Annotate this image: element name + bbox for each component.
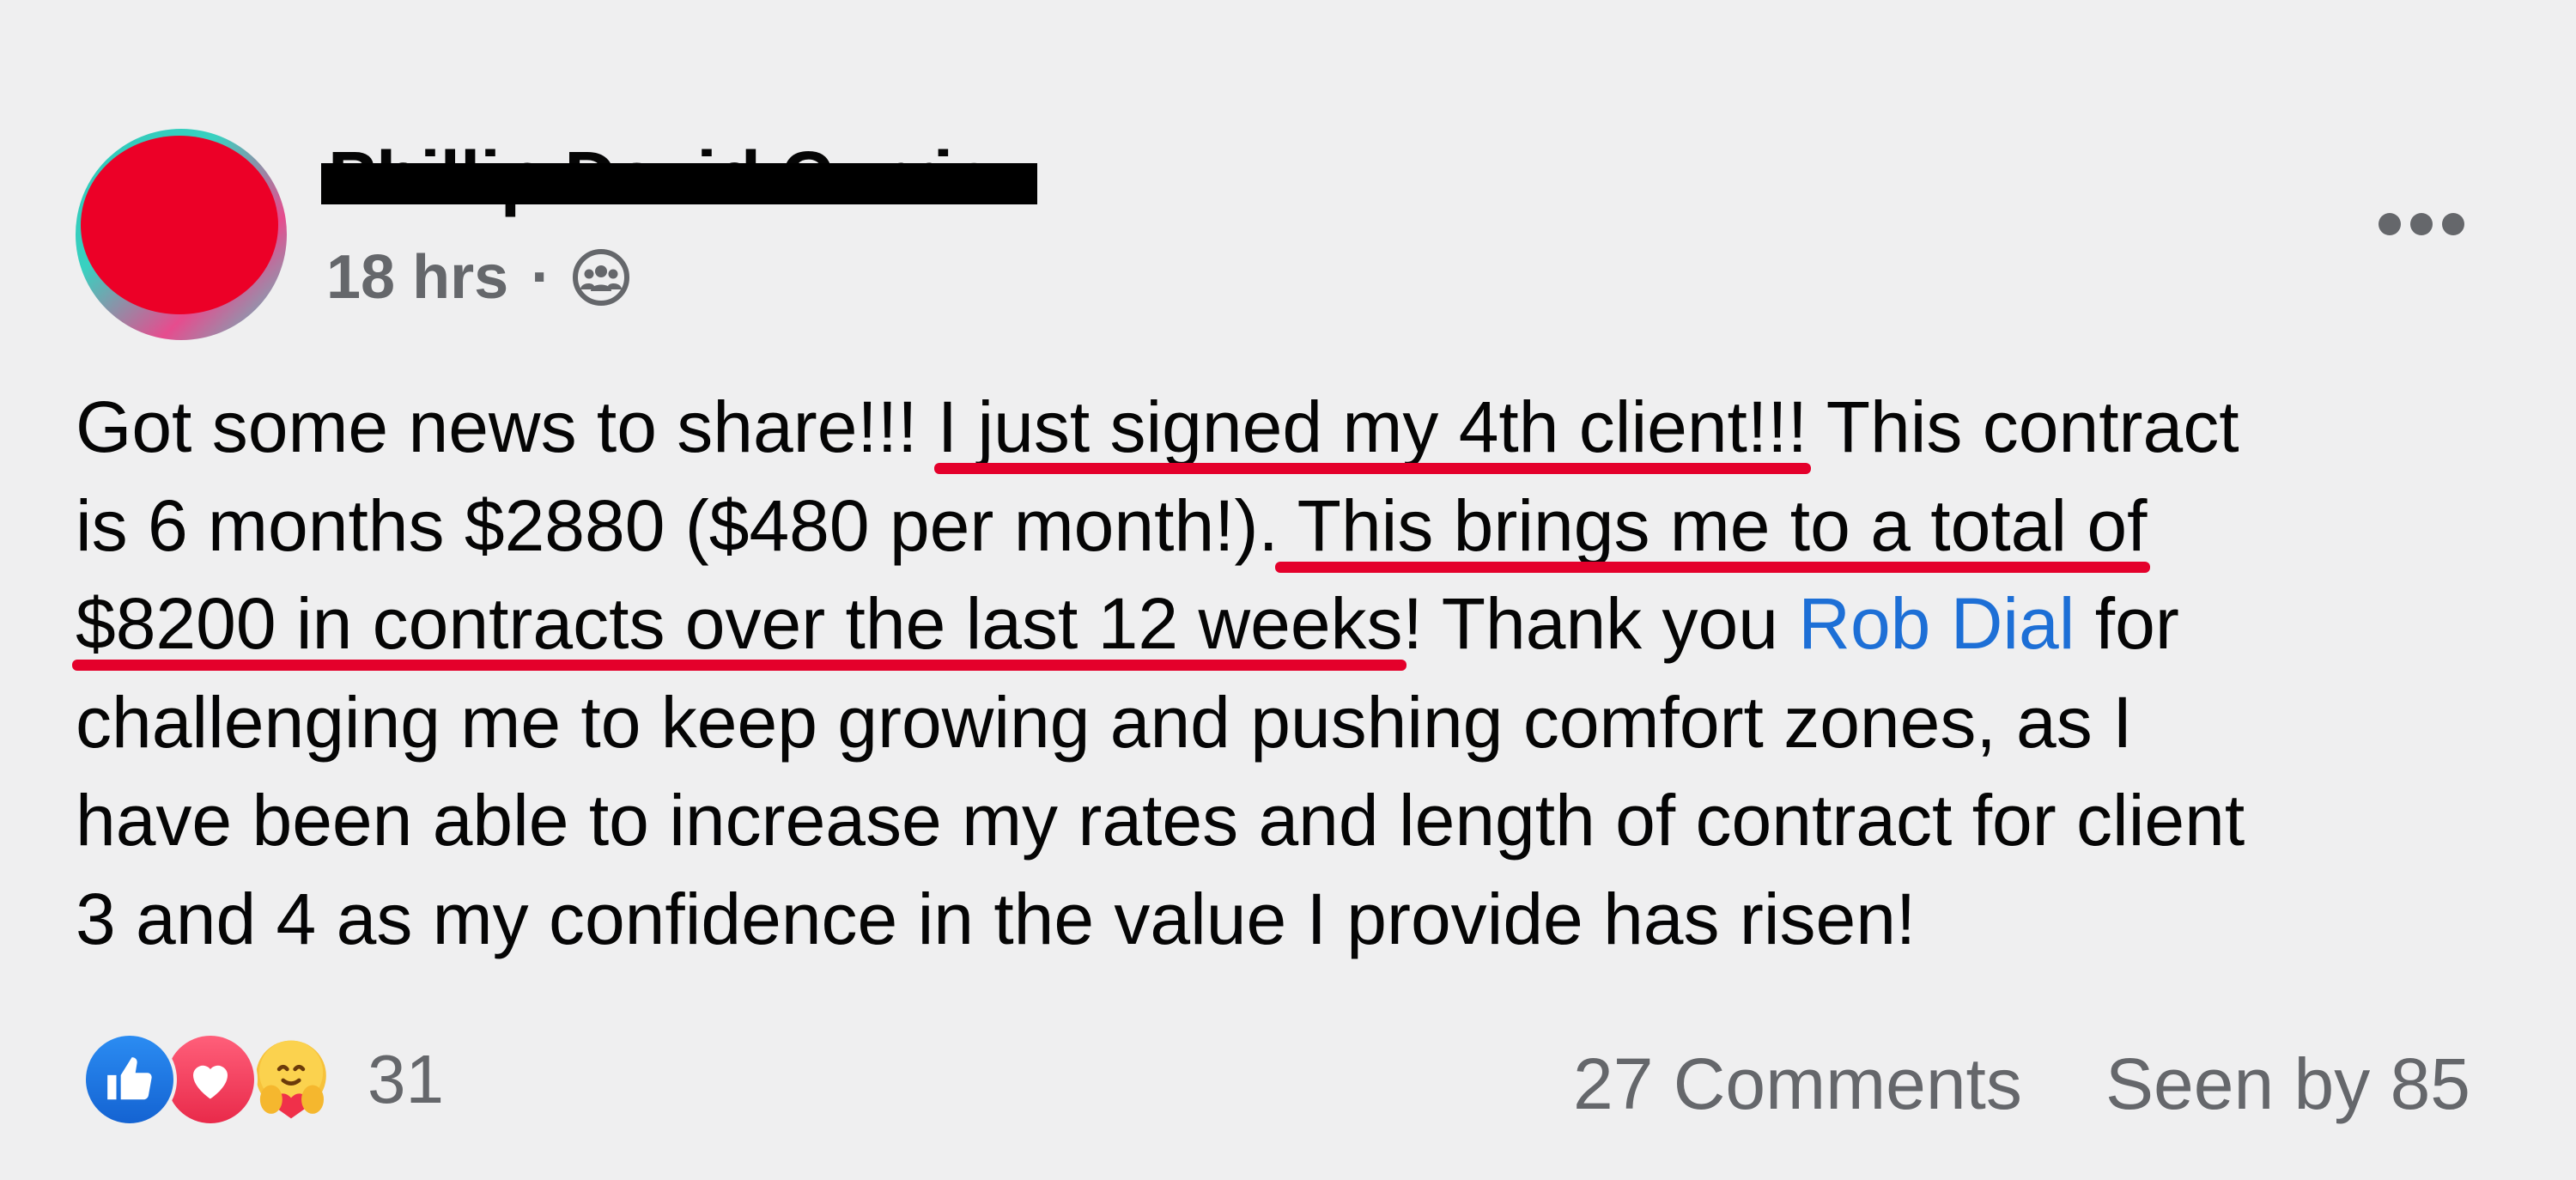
more-options-icon [2379,213,2464,235]
avatar-redaction [81,136,278,314]
care-icon [244,1032,338,1127]
reaction-count: 31 [368,1041,444,1117]
text-line: challenging me to keep growing and pushi… [76,673,2531,772]
underlined-text: $8200 in contracts over the last 12 week… [76,583,1403,665]
love-icon [163,1032,258,1127]
like-icon [82,1032,177,1127]
text-line: Got some news to share!!! I just signed … [76,378,2531,477]
underlined-text: I just signed my 4th client!!! [937,386,1807,467]
text-line: have been able to increase my rates and … [76,771,2531,870]
reactions-summary[interactable]: 31 [82,1029,444,1130]
text-run: is 6 months $2880 ($480 per month!). [76,484,1279,566]
text-run: for [2075,583,2179,665]
facebook-post: Phillip David Currie 18 hrs · Got some n… [0,0,2576,1180]
text-run: 3 and 4 as my confidence in the value I … [76,878,1917,959]
meta-separator: · [531,243,552,312]
text-run: This contract [1807,386,2239,467]
post-timestamp[interactable]: 18 hrs [326,242,508,313]
name-redaction-bar [321,163,1037,204]
underlined-text: This brings me to a total of [1278,484,2148,566]
text-run: Got some news to share!!! [76,386,938,467]
text-line: is 6 months $2880 ($480 per month!). Thi… [76,477,2531,575]
seen-by-count[interactable]: Seen by 85 [2105,1043,2470,1126]
author-avatar[interactable] [76,129,287,340]
post-meta: 18 hrs · [326,239,632,316]
text-line: 3 and 4 as my confidence in the value I … [76,870,2531,969]
post-body: Got some news to share!!! I just signed … [76,378,2531,969]
text-run: challenging me to keep growing and pushi… [76,681,2133,763]
mention-link[interactable]: Rob Dial [1798,583,2075,664]
text-line: $8200 in contracts over the last 12 week… [76,575,2531,673]
group-icon[interactable] [570,246,632,308]
text-run: have been able to increase my rates and … [76,780,2245,861]
more-options-button[interactable] [2353,194,2490,254]
text-run: ! Thank you [1402,583,1799,665]
comments-count-link[interactable]: 27 Comments [1573,1043,2022,1126]
